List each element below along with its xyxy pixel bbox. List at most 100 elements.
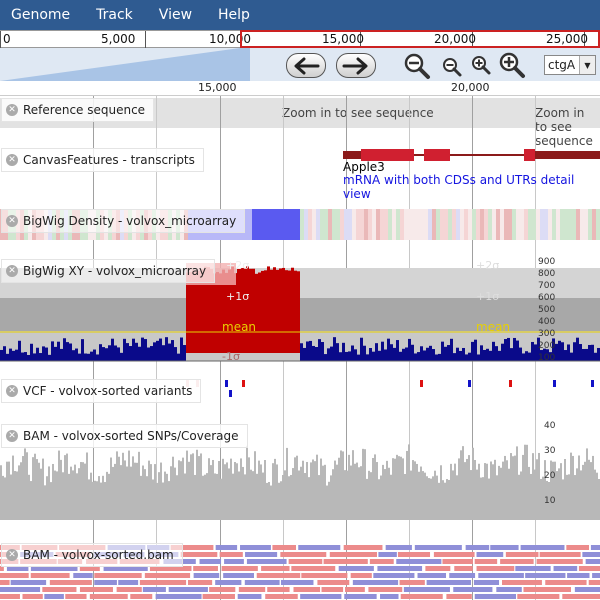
xy-bar bbox=[312, 345, 315, 361]
coverage-bar bbox=[76, 473, 78, 520]
read bbox=[219, 552, 243, 557]
menu-track[interactable]: Track bbox=[96, 7, 133, 23]
xy-bar bbox=[576, 337, 579, 361]
read bbox=[400, 594, 443, 599]
coverage-bar bbox=[550, 460, 552, 520]
coverage-bar bbox=[308, 477, 310, 520]
coverage-bar bbox=[226, 462, 228, 520]
track-label-vcf[interactable]: ✕ VCF - volvox-sorted variants bbox=[1, 379, 202, 403]
close-icon[interactable]: ✕ bbox=[6, 549, 18, 561]
zoom-out-large-icon[interactable] bbox=[402, 52, 432, 80]
coverage-bar bbox=[232, 473, 234, 520]
coverage-bar bbox=[230, 458, 232, 520]
variant-mark bbox=[468, 380, 471, 387]
read bbox=[272, 545, 297, 550]
coverage-bar bbox=[34, 453, 36, 520]
zoom-out-small-icon[interactable] bbox=[441, 57, 463, 79]
density-cell bbox=[376, 209, 380, 240]
density-cell bbox=[460, 209, 464, 240]
xy-bar bbox=[45, 347, 48, 361]
arrow-right-icon bbox=[342, 57, 368, 74]
track-label-bam[interactable]: ✕ BAM - volvox-sorted.bam bbox=[1, 543, 183, 567]
close-icon[interactable]: ✕ bbox=[6, 104, 18, 116]
reference-sequence-select[interactable]: ctgA ▼ bbox=[544, 55, 596, 75]
read bbox=[343, 545, 383, 550]
overview-visible-region[interactable] bbox=[240, 30, 600, 48]
coverage-bar bbox=[366, 478, 368, 520]
xy-bar bbox=[420, 346, 423, 361]
coverage-bar bbox=[514, 455, 516, 520]
coverage-bar bbox=[228, 468, 230, 520]
xy-bar bbox=[522, 353, 525, 361]
close-icon[interactable]: ✕ bbox=[6, 265, 18, 277]
track-label-density[interactable]: ✕ BigWig Density - volvox_microarray bbox=[1, 209, 246, 233]
close-icon[interactable]: ✕ bbox=[6, 430, 18, 442]
xy-bar bbox=[30, 343, 33, 361]
coverage-bar bbox=[454, 463, 456, 520]
read bbox=[30, 573, 70, 578]
coverage-bar bbox=[384, 469, 386, 520]
xy-bar bbox=[567, 344, 570, 361]
feature-name[interactable]: Apple3 bbox=[343, 160, 385, 174]
density-cell bbox=[320, 209, 324, 240]
coverage-bar bbox=[140, 475, 142, 520]
coverage-bar bbox=[522, 454, 524, 520]
zoom-in-large-icon[interactable] bbox=[497, 51, 527, 79]
read bbox=[345, 587, 365, 592]
xy-bar bbox=[555, 343, 558, 361]
track-label-features[interactable]: ✕ CanvasFeatures - transcripts bbox=[1, 148, 204, 172]
density-cell bbox=[388, 209, 392, 240]
close-icon[interactable]: ✕ bbox=[6, 385, 18, 397]
track-label-reference[interactable]: ✕ Reference sequence bbox=[1, 98, 155, 122]
pan-right-button[interactable] bbox=[336, 53, 376, 78]
xy-bar bbox=[528, 352, 531, 361]
menu-help[interactable]: Help bbox=[218, 7, 250, 23]
xy-axis-tick: 800 bbox=[538, 269, 556, 279]
xy-bar bbox=[132, 338, 135, 361]
read bbox=[118, 580, 139, 585]
coverage-bar bbox=[32, 457, 34, 520]
xy-high-bar bbox=[255, 273, 258, 353]
coverage-bar bbox=[168, 481, 170, 520]
xy-bar bbox=[342, 342, 345, 361]
xy-bar bbox=[57, 341, 60, 361]
feature-description[interactable]: mRNA with both CDSs and UTRs detail view bbox=[343, 173, 600, 201]
xy-bar bbox=[558, 340, 561, 361]
zoom-in-small-icon[interactable] bbox=[470, 55, 492, 77]
xy-bar bbox=[369, 347, 372, 361]
read bbox=[246, 559, 287, 564]
track-label-xy[interactable]: ✕ BigWig XY - volvox_microarray bbox=[1, 259, 216, 283]
read bbox=[155, 594, 202, 599]
close-icon[interactable]: ✕ bbox=[6, 215, 18, 227]
read bbox=[449, 573, 476, 578]
xy-bar bbox=[87, 353, 90, 361]
coverage-bar bbox=[246, 445, 248, 520]
density-cell bbox=[276, 209, 280, 240]
xy-bar bbox=[129, 346, 132, 361]
read bbox=[142, 587, 166, 592]
read bbox=[267, 587, 290, 592]
xy-bar bbox=[42, 346, 45, 361]
menu-genome[interactable]: Genome bbox=[11, 7, 70, 23]
read bbox=[520, 545, 565, 550]
track-label-text: BAM - volvox-sorted SNPs/Coverage bbox=[23, 429, 239, 443]
coverage-bar bbox=[436, 475, 438, 520]
variant-mark bbox=[229, 390, 232, 397]
xy-bar bbox=[516, 340, 519, 361]
xy-high-bar bbox=[279, 268, 282, 353]
read bbox=[414, 545, 462, 550]
menu-view[interactable]: View bbox=[159, 7, 192, 23]
track-label-coverage[interactable]: ✕ BAM - volvox-sorted SNPs/Coverage bbox=[1, 424, 248, 448]
read bbox=[261, 566, 290, 571]
read bbox=[539, 552, 581, 557]
read bbox=[215, 545, 238, 550]
xy-high-bar bbox=[249, 268, 252, 353]
close-icon[interactable]: ✕ bbox=[6, 154, 18, 166]
xy-bar bbox=[531, 341, 534, 361]
xy-bar bbox=[504, 339, 507, 361]
density-cell bbox=[564, 209, 568, 240]
density-cell bbox=[452, 209, 456, 240]
pan-left-button[interactable] bbox=[286, 53, 326, 78]
coverage-bar bbox=[510, 453, 512, 520]
coverage-bar bbox=[330, 475, 332, 520]
